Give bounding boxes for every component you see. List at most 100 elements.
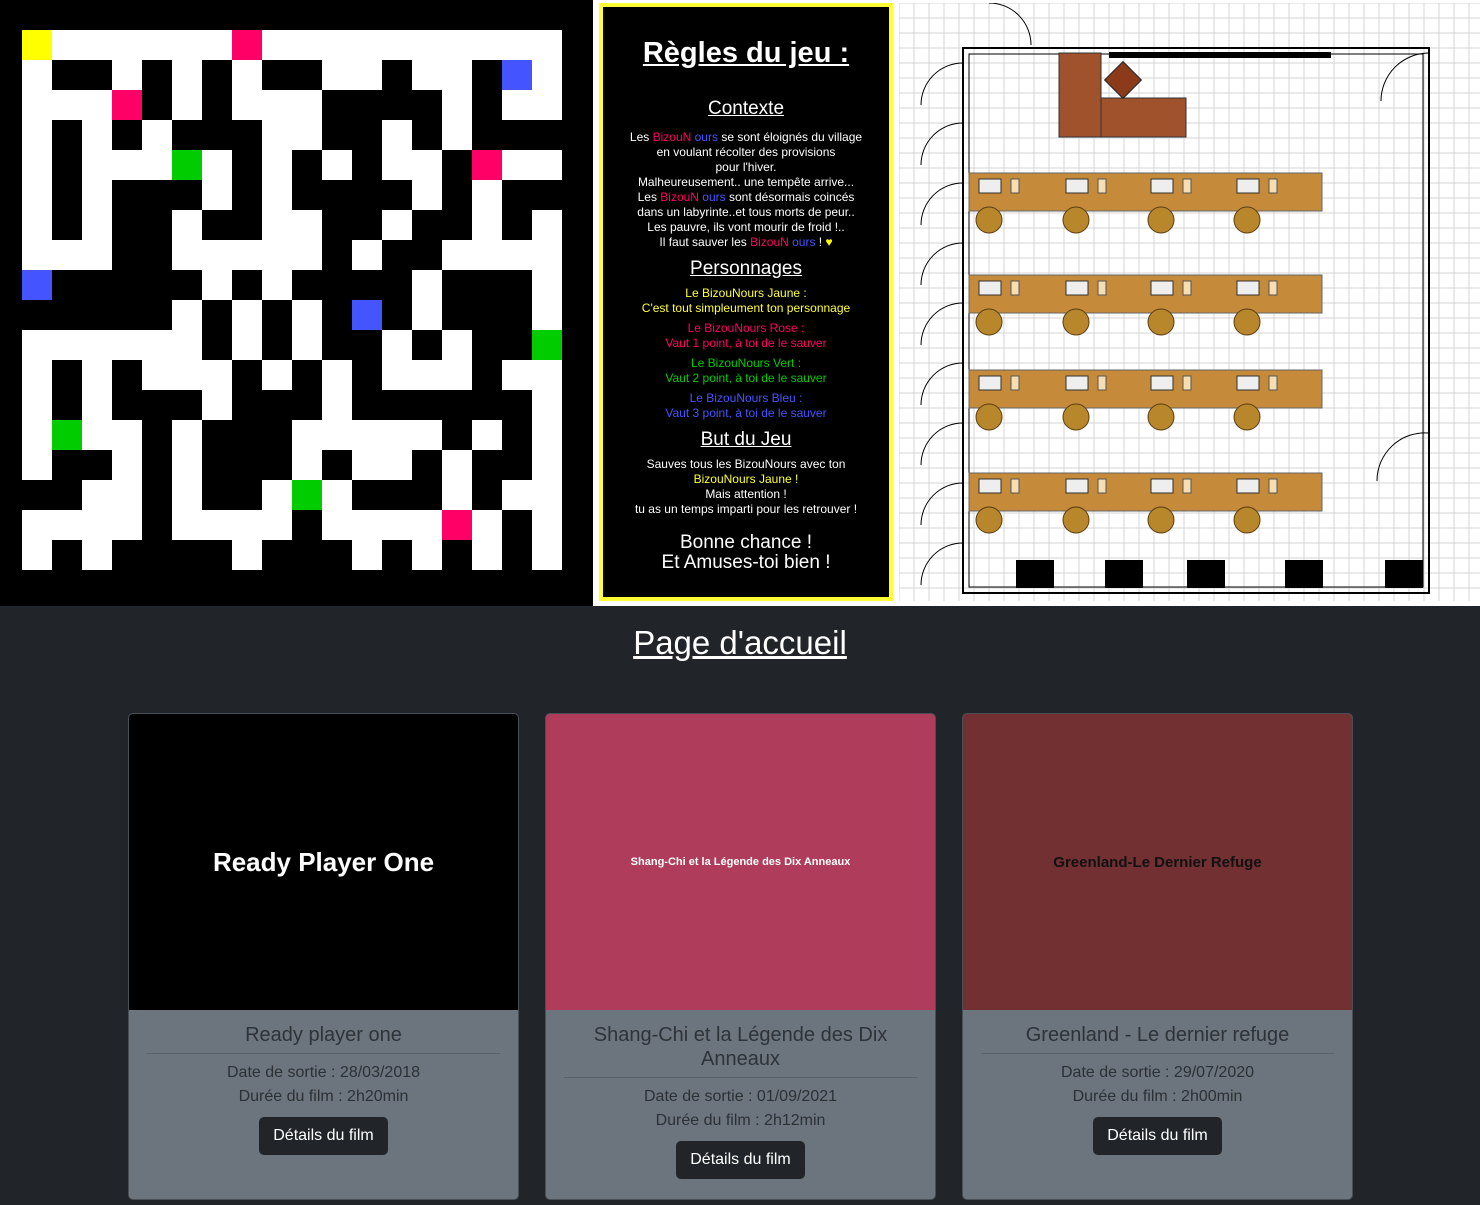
screenshot-collage: Règles du jeu : Contexte Les BizouN ours… xyxy=(0,0,1480,606)
maze-wall xyxy=(442,150,472,180)
maze-wall xyxy=(502,270,532,300)
release-date: Date de sortie : 28/03/2018 xyxy=(226,1064,421,1081)
maze-wall xyxy=(442,390,472,420)
computer xyxy=(1010,478,1020,494)
film-poster: Ready Player One xyxy=(129,714,518,1010)
maze-wall xyxy=(292,270,322,300)
maze-wall xyxy=(322,180,352,210)
farewell-text: Bonne chance ! Et Amuses-toi bien ! xyxy=(661,532,831,573)
maze-wall xyxy=(292,180,322,210)
maze-wall xyxy=(142,390,172,420)
student-chair xyxy=(1233,308,1261,336)
film-info: Date de sortie : 29/07/2020 Durée du fil… xyxy=(963,1061,1352,1109)
maze-wall xyxy=(502,510,532,540)
maze-wall xyxy=(502,210,532,240)
maze-wall xyxy=(472,360,502,390)
yellow-bear-token xyxy=(22,30,52,60)
maze-wall xyxy=(352,480,382,510)
computer xyxy=(1236,478,1260,494)
computer xyxy=(1065,280,1089,296)
maze-wall xyxy=(52,390,82,420)
maze-wall xyxy=(502,300,532,330)
maze-wall xyxy=(232,360,262,390)
computer xyxy=(978,280,1002,296)
film-details-button[interactable]: Détails du film xyxy=(676,1141,805,1179)
blue-bear-token xyxy=(502,60,532,90)
computer xyxy=(978,478,1002,494)
student-chair xyxy=(1147,308,1175,336)
maze-wall xyxy=(202,210,232,240)
maze-wall xyxy=(262,60,292,90)
duration: Durée du film : 2h12min xyxy=(655,1112,826,1129)
maze-wall xyxy=(322,330,352,360)
maze-wall xyxy=(232,210,262,240)
maze-wall xyxy=(352,360,382,390)
heart-icon: ♥ xyxy=(825,235,833,249)
computer xyxy=(1182,375,1192,391)
maze-wall xyxy=(172,120,202,150)
maze-wall xyxy=(442,300,472,330)
maze-wall xyxy=(322,540,352,570)
film-poster: Greenland-Le Dernier Refuge xyxy=(963,714,1352,1010)
maze-wall xyxy=(142,210,172,240)
maze-wall xyxy=(292,60,322,90)
storage-block xyxy=(1105,560,1143,588)
maze-wall xyxy=(412,330,442,360)
film-poster: Shang-Chi et la Légende des Dix Anneaux xyxy=(546,714,935,1010)
student-chair xyxy=(1147,403,1175,431)
computer xyxy=(1268,375,1278,391)
maze-wall xyxy=(442,420,472,450)
maze-wall xyxy=(232,480,262,510)
maze-wall xyxy=(442,540,472,570)
computer xyxy=(1150,178,1174,194)
maze-wall xyxy=(172,270,202,300)
student-chair xyxy=(1233,403,1261,431)
student-chair xyxy=(1062,308,1090,336)
maze-wall xyxy=(412,480,442,510)
film-details-button[interactable]: Détails du film xyxy=(1093,1117,1222,1155)
student-chair xyxy=(1147,506,1175,534)
computer xyxy=(1010,178,1020,194)
storage-block xyxy=(1016,560,1054,588)
whiteboard xyxy=(1109,52,1331,58)
storage-block xyxy=(1385,560,1423,588)
maze-panel xyxy=(0,0,593,606)
computer xyxy=(1097,280,1107,296)
film-info: Date de sortie : 28/03/2018 Durée du fil… xyxy=(129,1061,518,1109)
maze-wall xyxy=(292,390,322,420)
goal-text: Sauves tous les BizouNours avec ton Bizo… xyxy=(634,457,858,516)
computer xyxy=(1010,375,1020,391)
rules-title: Règles du jeu : xyxy=(642,37,850,69)
maze-wall xyxy=(52,210,82,240)
goal-heading: But du Jeu xyxy=(700,429,792,450)
characters-list: Le BizouNours Jaune : C'est tout simpleu… xyxy=(641,286,851,420)
maze-wall xyxy=(412,210,442,240)
maze-wall xyxy=(52,150,82,180)
maze-wall xyxy=(502,420,532,450)
film-card: Greenland-Le Dernier Refuge Greenland - … xyxy=(962,713,1353,1200)
computer xyxy=(1182,280,1192,296)
maze-wall xyxy=(262,420,292,450)
film-details-button[interactable]: Détails du film xyxy=(259,1117,388,1155)
maze-wall xyxy=(172,180,202,210)
maze-wall xyxy=(442,180,472,210)
maze-wall xyxy=(472,330,502,360)
characters-heading: Personnages xyxy=(690,258,802,279)
green-bear-token xyxy=(532,330,562,360)
maze-wall xyxy=(112,120,142,150)
maze-wall xyxy=(112,360,142,390)
maze-wall xyxy=(232,270,262,300)
maze-wall xyxy=(502,180,532,210)
duration: Durée du film : 2h00min xyxy=(1072,1088,1243,1105)
maze-wall xyxy=(232,150,262,180)
maze-wall xyxy=(202,420,232,450)
maze-wall xyxy=(352,330,382,360)
maze-wall xyxy=(322,240,352,270)
maze-wall xyxy=(472,60,502,90)
maze-wall xyxy=(382,540,412,570)
maze-wall xyxy=(202,330,232,360)
maze-wall xyxy=(52,270,82,300)
maze-wall xyxy=(112,240,142,270)
maze-wall xyxy=(502,540,532,570)
maze-wall xyxy=(472,90,502,120)
